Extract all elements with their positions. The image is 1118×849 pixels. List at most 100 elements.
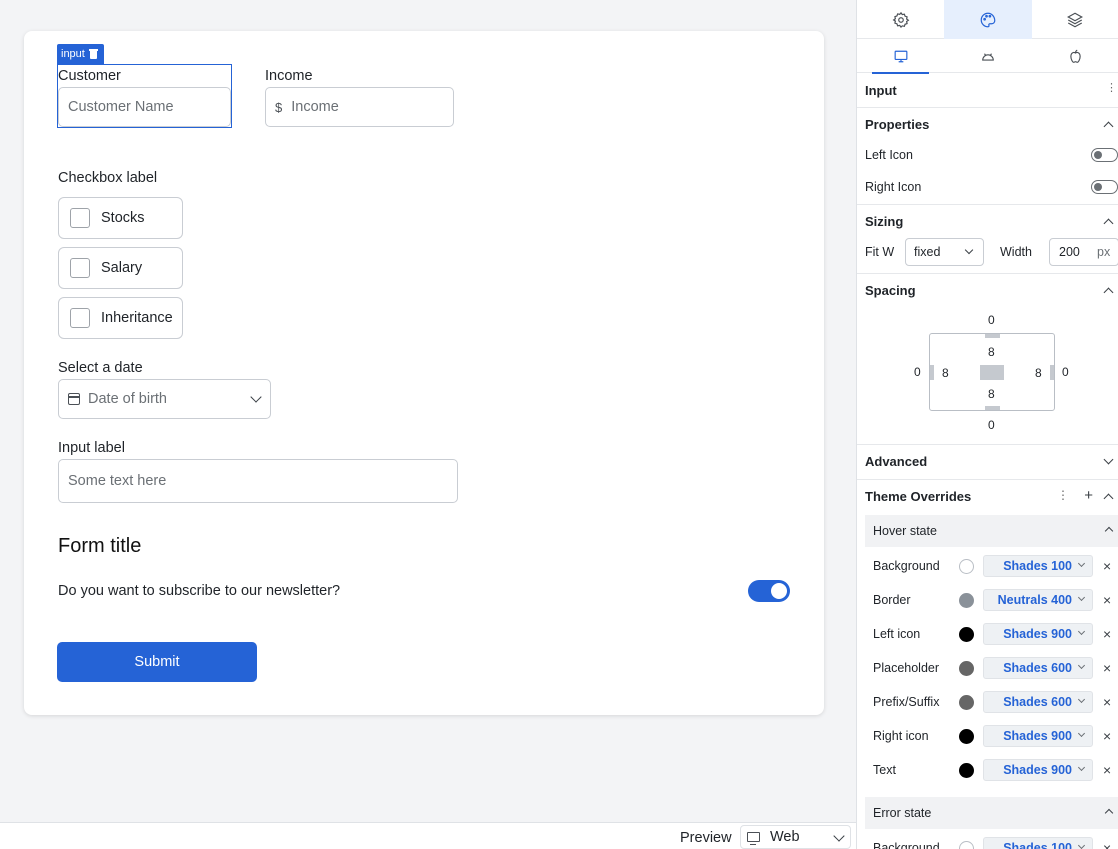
chevron-up-icon[interactable] <box>1103 493 1114 504</box>
close-icon[interactable]: × <box>1103 762 1111 778</box>
fit-width-value: fixed <box>914 245 941 259</box>
margin-left[interactable]: 0 <box>914 365 921 379</box>
override-name: Border <box>873 593 911 607</box>
properties-section-header[interactable]: Properties <box>857 107 1118 141</box>
color-token-select[interactable]: Shades 100 <box>983 555 1093 577</box>
checkbox-box[interactable] <box>70 208 90 228</box>
chevron-up-icon[interactable] <box>1103 121 1114 132</box>
device-select[interactable]: Web <box>740 825 851 849</box>
color-swatch[interactable] <box>959 694 974 710</box>
color-swatch[interactable] <box>959 558 974 574</box>
switch-knob <box>1094 182 1102 191</box>
checkbox-stocks[interactable]: Stocks <box>58 197 183 239</box>
chevron-down-icon <box>1077 841 1086 849</box>
color-token-select[interactable]: Shades 600 <box>983 691 1093 713</box>
tab-layers[interactable] <box>1032 0 1118 39</box>
chevron-down-icon[interactable] <box>250 391 262 403</box>
color-token: Shades 600 <box>1003 661 1072 675</box>
checkbox-label: Salary <box>101 260 143 276</box>
chevron-up-icon[interactable] <box>1103 287 1114 298</box>
right-icon-switch[interactable] <box>1091 180 1118 194</box>
padding-left[interactable]: 8 <box>942 366 949 380</box>
customer-input[interactable]: Customer Name <box>58 87 231 127</box>
date-label: Select a date <box>58 360 143 376</box>
hover-state-header[interactable]: Hover state <box>865 515 1118 547</box>
checkbox-box[interactable] <box>70 308 90 328</box>
margin-top-handle[interactable] <box>985 334 1000 338</box>
color-token-select[interactable]: Shades 900 <box>983 725 1093 747</box>
tab-ios[interactable] <box>1032 39 1118 73</box>
color-token-select[interactable]: Shades 100 <box>983 837 1093 849</box>
advanced-section-header[interactable]: Advanced <box>857 444 1118 478</box>
override-name: Background <box>873 559 940 573</box>
close-icon[interactable]: × <box>1103 840 1111 849</box>
color-swatch[interactable] <box>959 660 974 676</box>
newsletter-toggle[interactable] <box>748 580 790 602</box>
chevron-up-icon[interactable] <box>1104 526 1114 536</box>
date-picker[interactable]: Date of birth <box>58 379 271 419</box>
selection-tag-label: input <box>61 48 85 60</box>
add-icon[interactable]: + <box>1084 487 1093 504</box>
color-swatch[interactable] <box>959 626 974 642</box>
margin-top[interactable]: 0 <box>988 313 995 327</box>
chevron-up-icon[interactable] <box>1104 808 1114 818</box>
theme-overrides-title: Theme Overrides <box>865 489 972 504</box>
properties-panel: Input Properties Left Icon Right Icon Si… <box>856 0 1118 849</box>
color-swatch[interactable] <box>959 728 974 744</box>
spacing-section-header[interactable]: Spacing <box>857 273 1118 307</box>
left-icon-switch[interactable] <box>1091 148 1118 162</box>
close-icon[interactable]: × <box>1103 592 1111 608</box>
chevron-down-icon[interactable] <box>1103 454 1114 465</box>
checkbox-box[interactable] <box>70 258 90 278</box>
color-token-select[interactable]: Shades 900 <box>983 623 1093 645</box>
more-icon[interactable]: ⋮ <box>1057 488 1069 502</box>
override-name: Placeholder <box>873 661 940 675</box>
color-token-select[interactable]: Neutrals 400 <box>983 589 1093 611</box>
more-icon[interactable] <box>1106 81 1117 94</box>
chevron-up-icon[interactable] <box>1103 218 1114 229</box>
trash-icon[interactable] <box>88 49 98 59</box>
close-icon[interactable]: × <box>1103 728 1111 744</box>
margin-left-handle[interactable] <box>930 365 934 380</box>
margin-bottom-handle[interactable] <box>985 406 1000 410</box>
margin-right-handle[interactable] <box>1050 365 1054 380</box>
tab-settings[interactable] <box>857 0 944 39</box>
error-state-header[interactable]: Error state <box>865 797 1118 829</box>
tab-android[interactable] <box>944 39 1031 73</box>
override-name: Background <box>873 841 940 849</box>
submit-button[interactable]: Submit <box>57 642 257 682</box>
sizing-section-header[interactable]: Sizing <box>857 204 1118 238</box>
selection-tag[interactable]: input <box>57 44 104 64</box>
close-icon[interactable]: × <box>1103 626 1111 642</box>
padding-right[interactable]: 8 <box>1035 366 1042 380</box>
device-select-value: Web <box>770 829 800 845</box>
override-name: Right icon <box>873 729 929 743</box>
close-icon[interactable]: × <box>1103 694 1111 710</box>
tab-desktop[interactable] <box>857 39 944 74</box>
income-input[interactable]: $ Income <box>265 87 454 127</box>
color-swatch[interactable] <box>959 840 974 849</box>
color-token-select[interactable]: Shades 900 <box>983 759 1093 781</box>
tab-style[interactable] <box>944 0 1032 39</box>
component-header: Input <box>857 73 1118 107</box>
text-input[interactable]: Some text here <box>58 459 458 503</box>
close-icon[interactable]: × <box>1103 660 1111 676</box>
theme-overrides-header[interactable]: Theme Overrides ⋮ + <box>857 479 1118 513</box>
android-icon <box>982 53 994 61</box>
fit-width-select[interactable]: fixed <box>905 238 984 266</box>
padding-bottom[interactable]: 8 <box>988 387 995 401</box>
margin-bottom[interactable]: 0 <box>988 418 995 432</box>
color-swatch[interactable] <box>959 592 974 608</box>
color-token-select[interactable]: Shades 600 <box>983 657 1093 679</box>
color-token: Shades 900 <box>1003 627 1072 641</box>
margin-right[interactable]: 0 <box>1062 365 1069 379</box>
checkbox-salary[interactable]: Salary <box>58 247 183 289</box>
width-input[interactable]: 200 px <box>1049 238 1118 266</box>
checkbox-inheritance[interactable]: Inheritance <box>58 297 183 339</box>
close-icon[interactable]: × <box>1103 558 1111 574</box>
color-swatch[interactable] <box>959 762 974 778</box>
color-token: Shades 900 <box>1003 729 1072 743</box>
canvas: input Customer Customer Name Income $ In… <box>0 0 856 822</box>
width-label: Width <box>1000 245 1032 259</box>
padding-top[interactable]: 8 <box>988 345 995 359</box>
